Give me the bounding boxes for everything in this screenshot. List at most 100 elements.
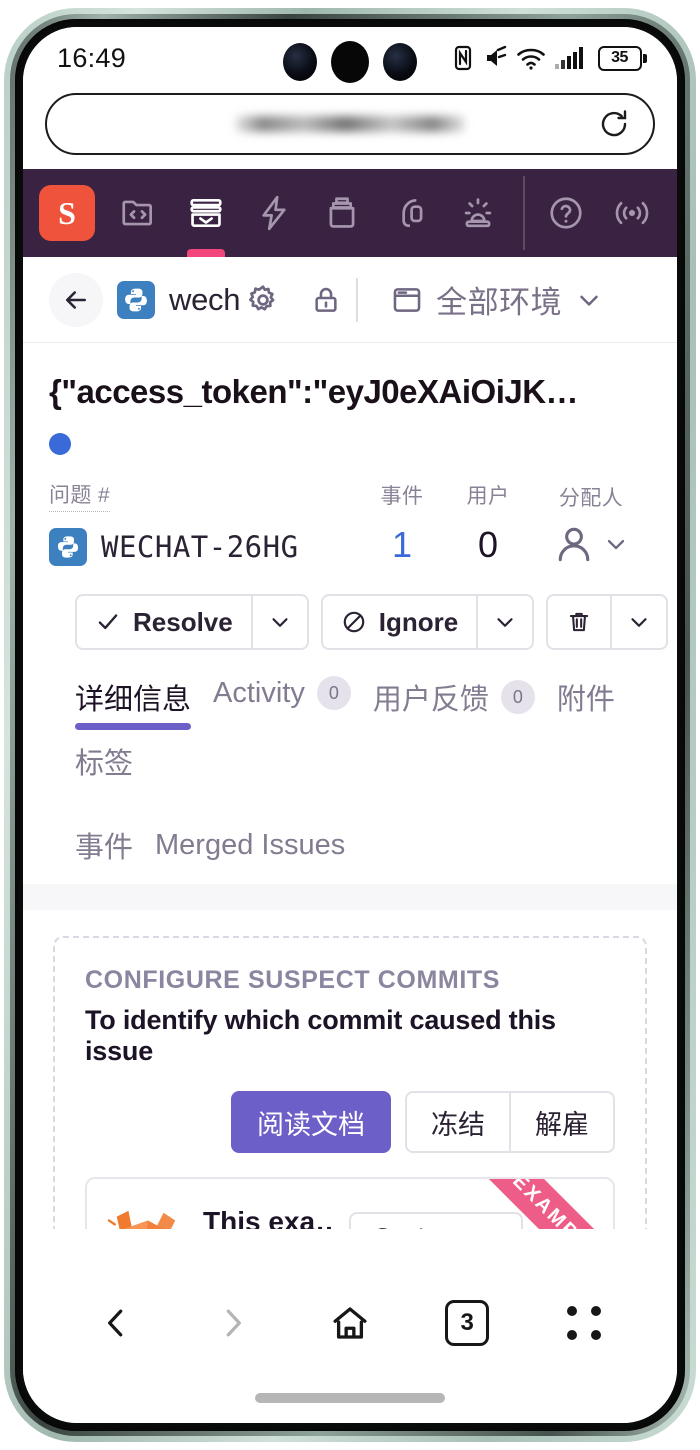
dismiss-button[interactable]: 解雇 bbox=[510, 1091, 615, 1153]
nav-items bbox=[107, 182, 509, 257]
breadcrumb-settings-button[interactable] bbox=[246, 283, 280, 317]
issue-meta-users: 用户 0 bbox=[445, 480, 531, 566]
tab-tags[interactable]: 标签 bbox=[75, 736, 133, 800]
device-frame: 16:49 35 S wech 全部环境 {"access_token":"ey… bbox=[4, 8, 696, 1442]
back-icon bbox=[107, 1309, 122, 1337]
device-bezel: 16:49 35 S wech 全部环境 {"access_token":"ey… bbox=[15, 19, 685, 1431]
issue-meta-assignee: 分配人 bbox=[531, 482, 651, 566]
snooze-dismiss-group: 冻结 解雇 bbox=[405, 1091, 615, 1153]
battery-level: 35 bbox=[611, 49, 628, 66]
home-icon bbox=[333, 1307, 367, 1339]
home-indicator bbox=[255, 1393, 445, 1403]
delete-button[interactable] bbox=[546, 594, 612, 650]
tab-attachments[interactable]: 附件 bbox=[557, 672, 615, 736]
nav-item-projects[interactable] bbox=[107, 182, 169, 244]
tab-count-badge: 0 bbox=[316, 676, 351, 710]
browser-home-button[interactable] bbox=[314, 1287, 386, 1359]
breadcrumb-divider bbox=[356, 277, 359, 322]
tab-activity[interactable]: Activity 0 bbox=[213, 672, 351, 728]
example-commit-text: This exa… codeswor… bbox=[203, 1206, 331, 1230]
window-icon bbox=[393, 287, 421, 312]
github-icon bbox=[378, 1228, 387, 1229]
browser-toolbar bbox=[23, 89, 677, 169]
tab-details[interactable]: 详细信息 bbox=[75, 672, 192, 736]
breadcrumb-back-button[interactable] bbox=[49, 272, 103, 327]
sentry-top-nav: S bbox=[23, 169, 677, 257]
ignore-button[interactable]: Ignore bbox=[320, 594, 478, 650]
tab-label: 事件 bbox=[75, 832, 134, 864]
read-docs-button[interactable]: 阅读文档 bbox=[231, 1091, 391, 1153]
snooze-button[interactable]: 冻结 bbox=[405, 1091, 510, 1153]
nav-item-alerts[interactable] bbox=[447, 182, 509, 244]
url-text-redacted bbox=[235, 116, 465, 132]
trash-icon bbox=[570, 612, 589, 632]
environment-selector[interactable]: 全部环境 bbox=[390, 277, 604, 322]
sentry-logo-letter: S bbox=[58, 194, 76, 231]
projects-icon bbox=[122, 200, 153, 226]
reload-icon[interactable] bbox=[597, 107, 631, 141]
tab-label: Merged Issues bbox=[155, 828, 346, 861]
nav-item-issues[interactable] bbox=[175, 182, 237, 257]
issue-short-id[interactable]: WECHAT-26HG bbox=[101, 530, 299, 564]
releases-icon bbox=[329, 197, 355, 228]
issue-content-panel: CONFIGURE SUSPECT COMMITS To identify wh… bbox=[23, 910, 677, 1229]
example-commit-message: This exa… bbox=[203, 1205, 332, 1230]
resolve-dropdown-button[interactable] bbox=[251, 594, 309, 650]
nav-item-releases[interactable] bbox=[311, 182, 373, 244]
breadcrumb-project-name[interactable]: wech bbox=[169, 282, 240, 318]
status-icons: 35 bbox=[452, 45, 647, 71]
battery-icon: 35 bbox=[597, 45, 647, 71]
ignore-label: Ignore bbox=[378, 606, 459, 637]
issue-actions: Resolve Ignore bbox=[49, 566, 669, 650]
nav-item-performance[interactable] bbox=[243, 182, 305, 244]
device-edge: 16:49 35 S wech 全部环境 {"access_token":"ey… bbox=[10, 14, 690, 1436]
tab-count-badge: 0 bbox=[500, 680, 535, 714]
nav-item-replays[interactable] bbox=[379, 182, 441, 244]
camera-lens-left bbox=[283, 43, 317, 81]
suspect-commits-headline: To identify which commit caused this iss… bbox=[85, 1005, 556, 1066]
issue-tabs-row-1: 详细信息 Activity 0 用户反馈 0 附件 标签 bbox=[75, 672, 625, 800]
nav-item-help[interactable] bbox=[535, 182, 597, 244]
performance-icon bbox=[262, 195, 286, 231]
events-count[interactable]: 1 bbox=[359, 524, 445, 566]
tab-merged-issues[interactable]: Merged Issues bbox=[155, 820, 345, 884]
environment-label: 全部环境 bbox=[436, 285, 563, 320]
python-icon bbox=[49, 528, 87, 566]
resolve-button-group: Resolve bbox=[75, 594, 309, 650]
tab-label: 附件 bbox=[556, 684, 615, 716]
url-bar[interactable] bbox=[45, 93, 655, 155]
chevron-down-icon bbox=[497, 618, 513, 627]
chevron-down-icon bbox=[631, 618, 647, 627]
suspect-commits-kicker: CONFIGURE SUSPECT COMMITS bbox=[85, 966, 501, 994]
browser-back-button[interactable] bbox=[80, 1287, 152, 1359]
assignee-selector[interactable] bbox=[531, 522, 651, 566]
tab-label: 详细信息 bbox=[75, 684, 192, 716]
sentry-logo[interactable]: S bbox=[39, 185, 95, 241]
tab-user-feedback[interactable]: 用户反馈 0 bbox=[373, 672, 535, 736]
nav-right-items bbox=[535, 182, 663, 244]
circle-slash-icon bbox=[343, 611, 365, 633]
tab-events[interactable]: 事件 bbox=[75, 820, 133, 884]
issue-level-dot bbox=[49, 433, 71, 455]
browser-menu-button[interactable] bbox=[548, 1287, 620, 1359]
resolve-button[interactable]: Resolve bbox=[75, 594, 252, 650]
back-arrow-icon bbox=[66, 290, 86, 309]
nfc-icon bbox=[454, 45, 471, 71]
ignore-dropdown-button[interactable] bbox=[477, 594, 535, 650]
suspect-commits-card: CONFIGURE SUSPECT COMMITS To identify wh… bbox=[53, 936, 647, 1229]
issues-icon bbox=[190, 198, 222, 228]
assignee-label: 分配人 bbox=[558, 487, 624, 510]
nav-item-broadcast[interactable] bbox=[601, 182, 663, 244]
browser-forward-button[interactable] bbox=[197, 1287, 269, 1359]
delete-dropdown-button[interactable] bbox=[611, 594, 669, 650]
delete-button-group bbox=[546, 594, 669, 650]
camera-lens-right bbox=[383, 43, 417, 81]
breadcrumb-lock bbox=[310, 284, 342, 316]
browser-tabs-button[interactable]: 3 bbox=[431, 1287, 503, 1359]
menu-icon bbox=[567, 1306, 602, 1340]
broadcast-icon bbox=[615, 201, 649, 225]
issue-id-label: 问题 # bbox=[49, 479, 111, 512]
status-bar: 16:49 35 bbox=[23, 27, 677, 89]
alerts-icon bbox=[464, 198, 492, 228]
example-commit-link[interactable]: de1e7e bbox=[349, 1212, 523, 1229]
